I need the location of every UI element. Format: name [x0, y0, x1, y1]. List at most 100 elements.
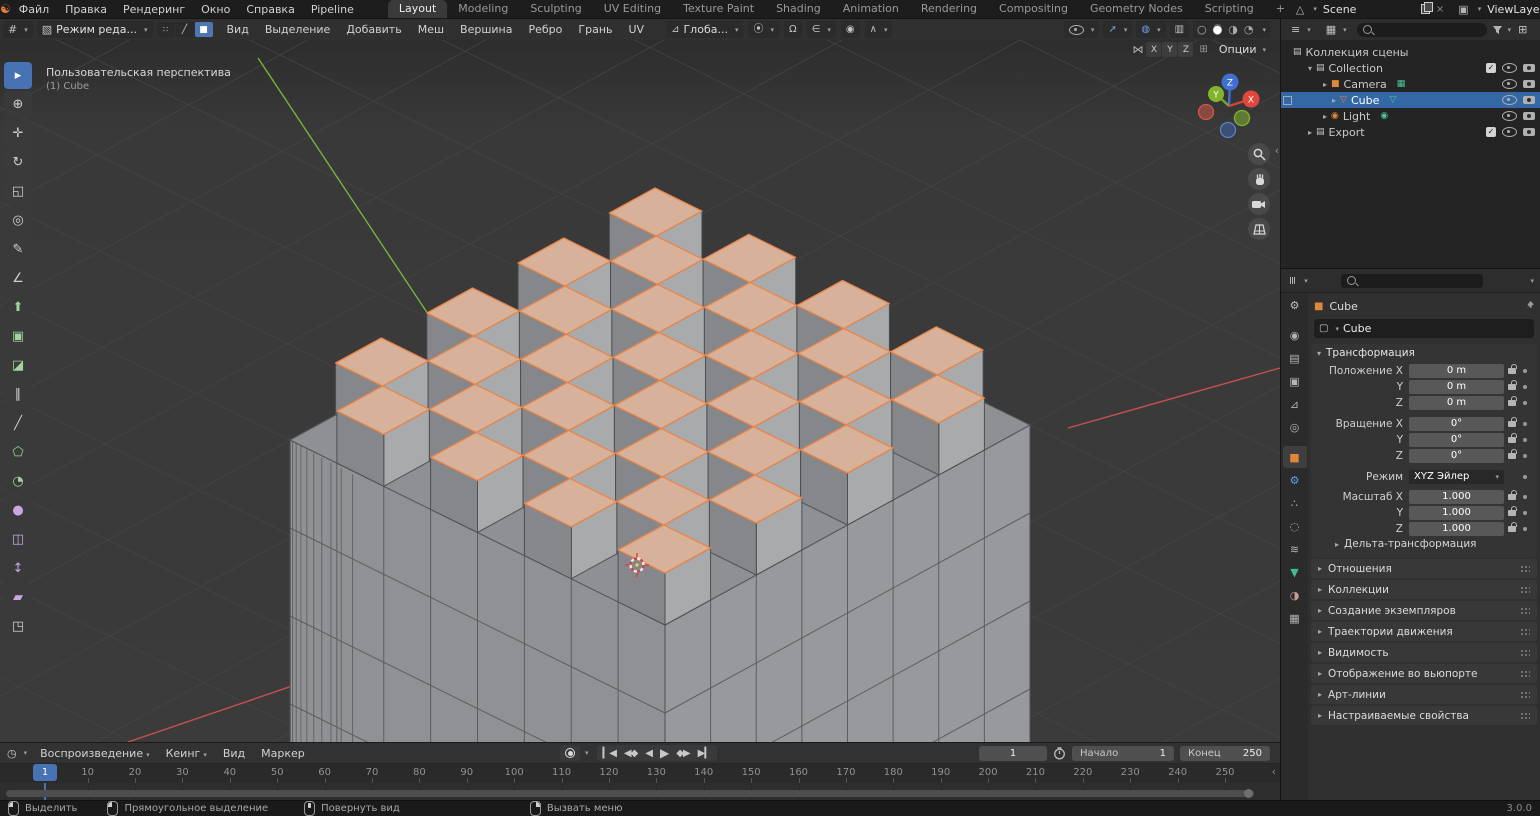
properties-options-arrow[interactable]: ▾	[1530, 277, 1534, 285]
transform-value-field[interactable]: 0 m	[1409, 396, 1504, 410]
workspace-tab-uv-editing[interactable]: UV Editing	[593, 0, 672, 18]
tool-transform[interactable]: ◎	[4, 207, 32, 234]
delta-transform-panel[interactable]: ▸ Дельта-трансформация	[1311, 536, 1537, 552]
timeline-menu-keying[interactable]: Кеинг▾	[158, 747, 215, 760]
xray-toggle[interactable]: ▥	[1170, 21, 1189, 38]
hide-in-viewport-icon[interactable]	[1502, 63, 1517, 73]
object-name-field[interactable]: ▢ ▾ Cube	[1314, 319, 1534, 338]
tool-cursor[interactable]: ⊕	[4, 91, 32, 118]
shading-rendered-button[interactable]: ◔	[1244, 24, 1254, 35]
select-mode-face-button[interactable]: ■	[195, 22, 213, 37]
disclosure-triangle[interactable]: ▸	[1308, 128, 1312, 137]
play-reverse-button[interactable]: ◀	[641, 748, 656, 759]
transform-value-field[interactable]: 0°	[1409, 417, 1504, 431]
panel-drag-handle[interactable]	[1520, 628, 1530, 636]
properties-tab-constraints[interactable]: ≋	[1283, 538, 1307, 560]
properties-tab-texture[interactable]: ▦	[1283, 607, 1307, 629]
panel-drag-handle[interactable]	[1520, 712, 1530, 720]
panel-1[interactable]: ▸Отношения	[1311, 559, 1537, 578]
menu-edit[interactable]: Правка	[57, 3, 115, 16]
viewport-menu-face[interactable]: Грань	[570, 23, 620, 36]
panel-drag-handle[interactable]	[1520, 691, 1530, 699]
panel-6[interactable]: ▸Отображение во вьюпорте	[1311, 664, 1537, 683]
proportional-editing-toggle[interactable]: ◉	[841, 21, 860, 38]
workspace-tab-layout[interactable]: Layout	[388, 0, 447, 18]
disable-in-renders-icon[interactable]	[1523, 128, 1535, 136]
select-mode-edge-button[interactable]: ╱	[176, 22, 194, 37]
tool-move[interactable]: ✛	[4, 120, 32, 147]
scene-dropdown-arrow[interactable]: ▾	[1313, 5, 1317, 13]
play-button[interactable]: ▶	[656, 746, 672, 760]
lock-icon[interactable]	[1508, 453, 1516, 459]
panel-divider-horizontal[interactable]	[1281, 268, 1540, 269]
viewport-menu-uv[interactable]: UV	[621, 23, 653, 36]
hide-in-viewport-icon[interactable]	[1502, 111, 1517, 121]
panel-drag-handle[interactable]	[1520, 670, 1530, 678]
properties-editor-type-button[interactable]: ≡▾	[1283, 272, 1313, 289]
outliner-filter[interactable]: ▾	[1492, 25, 1512, 35]
blender-logo-icon[interactable]: ☯	[0, 2, 11, 16]
next-keyframe-button[interactable]: ◆▶	[672, 748, 693, 759]
lock-icon[interactable]	[1508, 510, 1516, 516]
panel-5[interactable]: ▸Видимость	[1311, 643, 1537, 662]
sidebar-collapse-arrow[interactable]: ‹	[1275, 144, 1279, 157]
tool-knife[interactable]: ╱	[4, 410, 32, 437]
show-overlays-toggle[interactable]: ◍▾	[1136, 21, 1165, 38]
transform-panel-header[interactable]: ▾ Трансформация	[1311, 344, 1537, 362]
properties-tab-object[interactable]: ■	[1283, 446, 1307, 468]
tool-loop-cut[interactable]: ∥	[4, 381, 32, 408]
properties-tab-particles[interactable]: ∴	[1283, 492, 1307, 514]
tool-measure[interactable]: ∠	[4, 265, 32, 292]
panel-4[interactable]: ▸Траектории движения	[1311, 622, 1537, 641]
show-gizmo-toggle[interactable]: ➚▾	[1103, 21, 1132, 38]
mode-selector[interactable]: ▧Режим реда...▾	[37, 21, 153, 38]
scene-canvas[interactable]	[0, 40, 1280, 742]
animate-dot[interactable]	[1523, 438, 1527, 442]
prev-keyframe-button[interactable]: ◀◆	[620, 748, 641, 759]
shading-solid-button[interactable]: ●	[1213, 24, 1223, 35]
outliner-search[interactable]	[1357, 23, 1487, 37]
tool-annotate[interactable]: ✎	[4, 236, 32, 263]
frame-start-field[interactable]: Начало1	[1072, 746, 1174, 761]
navigation-gizmo[interactable]: X Y Z	[1192, 64, 1266, 142]
collection-checkbox[interactable]: ✓	[1486, 63, 1496, 73]
properties-tab-render[interactable]: ◉	[1283, 324, 1307, 346]
disable-in-renders-icon[interactable]	[1523, 80, 1535, 88]
properties-tab-tool[interactable]: ⚙	[1283, 294, 1307, 316]
panel-divider-vertical[interactable]	[1280, 18, 1281, 800]
shading-material-button[interactable]: ◑	[1228, 24, 1238, 35]
animate-dot[interactable]	[1523, 454, 1527, 458]
animate-dot[interactable]	[1523, 385, 1527, 389]
mirror-z-button[interactable]: Z	[1178, 42, 1193, 57]
viewport-menu-view[interactable]: Вид	[219, 23, 257, 36]
perspective-toggle-button[interactable]	[1248, 218, 1270, 240]
jump-start-button[interactable]: ▎◀	[599, 748, 620, 759]
snap-self-icon[interactable]: ⊞	[1199, 45, 1207, 55]
hide-in-viewport-icon[interactable]	[1502, 79, 1517, 89]
disable-in-renders-icon[interactable]	[1523, 112, 1535, 120]
snap-mode-selector[interactable]: ∈▾	[807, 21, 836, 38]
view-layer-dropdown-arrow[interactable]: ▾	[1478, 5, 1482, 13]
auto-keying-toggle[interactable]	[560, 745, 580, 761]
pin-icon[interactable]	[1525, 300, 1536, 312]
keying-set-arrow[interactable]: ▾	[585, 749, 589, 757]
outliner-row-scene-collection[interactable]: ▤Коллекция сцены	[1281, 44, 1540, 60]
playhead[interactable]: 1	[33, 764, 57, 781]
workspace-tab-animation[interactable]: Animation	[832, 0, 910, 18]
disclosure-triangle[interactable]: ▸	[1332, 96, 1336, 105]
scene-name[interactable]: Scene	[1323, 3, 1415, 16]
tool-smooth[interactable]: ●	[4, 497, 32, 524]
viewport-menu-mesh[interactable]: Меш	[410, 23, 452, 36]
tool-poly-build[interactable]: ⬠	[4, 439, 32, 466]
properties-tab-object-data[interactable]: ▼	[1283, 561, 1307, 583]
select-mode-vertex-button[interactable]: ∷	[157, 22, 175, 37]
workspace-tab-texture-paint[interactable]: Texture Paint	[672, 0, 765, 18]
disclosure-triangle[interactable]: ▸	[1323, 80, 1327, 89]
mirror-y-button[interactable]: Y	[1162, 42, 1177, 57]
workspace-tab-geometry-nodes[interactable]: Geometry Nodes	[1079, 0, 1194, 18]
properties-tab-material[interactable]: ◑	[1283, 584, 1307, 606]
timeline-menu-playback[interactable]: Воспроизведение▾	[32, 747, 157, 760]
animate-dot[interactable]	[1523, 401, 1527, 405]
menu-window[interactable]: Окно	[193, 3, 238, 16]
tool-select-box[interactable]: ▸	[4, 62, 32, 89]
